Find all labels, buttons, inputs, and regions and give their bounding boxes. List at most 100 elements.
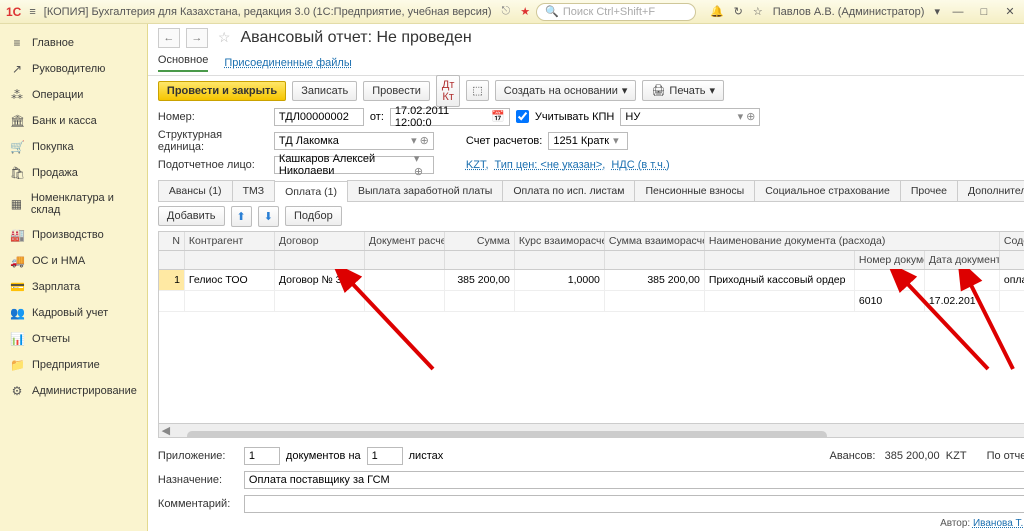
sub-navigation: Основное Присоединенные файлы [148,52,1024,76]
price-type-link[interactable]: Тип цен: <не указан>, [495,159,606,171]
user-label[interactable]: Павлов А.В. (Администратор) [773,6,925,18]
maximize-button[interactable]: □ [976,6,992,18]
kzt-link[interactable]: KZT, [466,159,489,171]
sidebar-item-prod[interactable]: 🏭Производство [0,222,147,248]
dropdown-icon[interactable]: ▾ [934,5,940,18]
gear-icon: ⚙ [10,384,24,398]
menu-icon[interactable]: ≡ [29,6,35,18]
sidebar-item-reports[interactable]: 📊Отчеты [0,326,147,352]
bookmark-icon[interactable]: ☆ [218,29,231,46]
horizontal-scrollbar[interactable]: ◀ ▶ [159,423,1024,437]
sidebar-item-company[interactable]: 📁Предприятие [0,352,147,378]
structure-button[interactable]: ⬚ [466,80,488,101]
number-field[interactable]: ТДЛ00000002 [274,108,364,126]
table-row[interactable]: 1 Гелиос ТОО Договор № 349 385 200,00 1,… [159,270,1024,291]
page-title: Авансовый отчет: Не проведен [240,29,471,47]
detail-tabs: Авансы (1) ТМЗ Оплата (1) Выплата зарабо… [158,180,1024,202]
col-naim[interactable]: Наименование документа (расхода) [705,232,1000,250]
sidebar-item-bank[interactable]: 🏛Банк и касса [0,108,147,134]
footer-panel: Приложение: 1 документов на 1 листах Ава… [158,444,1024,516]
subnav-main[interactable]: Основное [158,54,208,72]
tab-tmz[interactable]: ТМЗ [232,180,276,201]
account-field[interactable]: 1251 Кратк▾ [548,132,628,150]
col-ddoc[interactable]: Дата документа [925,251,1000,269]
tab-oplata[interactable]: Оплата (1) [274,181,348,202]
main-toolbar: Провести и закрыть Записать Провести ДтК… [148,76,1024,106]
from-label: от: [370,111,384,123]
add-button[interactable]: Добавить [158,206,225,226]
org-field[interactable]: ТД Лакомка▾ ⊕ [274,132,434,150]
col-kontr[interactable]: Контрагент [185,232,275,250]
kpn-field[interactable]: НУ▾ ⊕ [620,108,760,126]
docs-field[interactable]: 1 [367,447,403,465]
col-ndoc[interactable]: Номер документа [855,251,925,269]
kpn-checkbox[interactable] [516,110,529,123]
col-sod[interactable]: Содержание [1000,232,1024,250]
attach-field[interactable]: 1 [244,447,280,465]
post-button[interactable]: Провести [363,81,430,101]
globe-icon[interactable]: ⎋ [502,5,511,18]
forward-button[interactable]: → [186,28,208,48]
sidebar-item-sell[interactable]: 🛍Продажа [0,160,147,186]
move-up-button[interactable]: ⬆ [231,206,252,227]
grid-toolbar: Добавить ⬆ ⬇ Подбор Еще ▾ [148,202,1024,231]
sidebar-item-admin[interactable]: ⚙Администрирование [0,378,147,404]
comment-field[interactable] [244,495,1024,513]
sidebar-item-stock[interactable]: ▦Номенклатура и склад [0,186,147,222]
sidebar-item-manager[interactable]: ↗Руководителю [0,56,147,82]
date-field[interactable]: 17.02.2011 12:00:0📅 [390,108,510,126]
tab-pension[interactable]: Пенсионные взносы [634,180,755,201]
purpose-field[interactable]: Оплата поставщику за ГСМ▾ [244,471,1024,489]
col-dog[interactable]: Договор [275,232,365,250]
page-header: ← → ☆ Авансовый отчет: Не проведен 🔗 ⋮ ✕ [148,24,1024,52]
sidebar-item-buy[interactable]: 🛒Покупка [0,134,147,160]
card-icon: 💳 [10,280,24,294]
nds-link[interactable]: НДС (в т.ч.) [611,159,669,171]
global-search[interactable]: 🔍 Поиск Ctrl+Shift+F [536,3,696,21]
minimize-button[interactable]: — [950,6,966,18]
favorite-icon[interactable]: ☆ [753,5,763,18]
search-placeholder: Поиск Ctrl+Shift+F [563,6,655,18]
print-button[interactable]: 🖨 Печать ▾ [642,80,724,101]
post-and-close-button[interactable]: Провести и закрыть [158,81,286,101]
table-row-sub[interactable]: 6010 17.02.201 [159,291,1024,312]
sidebar-item-main[interactable]: ≡Главное [0,30,147,56]
subnav-files[interactable]: Присоединенные файлы [224,57,351,69]
tab-extra[interactable]: Дополнительно [957,180,1024,201]
sidebar-item-salary[interactable]: 💳Зарплата [0,274,147,300]
bell-icon[interactable]: 🔔 [710,5,724,18]
author-link[interactable]: Иванова Т.Р. (Главный бухгалтер) [973,518,1024,529]
close-button[interactable]: ✕ [1002,5,1018,18]
back-button[interactable]: ← [158,28,180,48]
col-sumv[interactable]: Сумма взаиморасчетов [605,232,705,250]
sidebar-item-operations[interactable]: ⁂Операции [0,82,147,108]
star-icon[interactable]: ★ [520,5,530,18]
col-kurs[interactable]: Курс взаиморасчетов [515,232,605,250]
tab-isp[interactable]: Оплата по исп. листам [502,180,635,201]
factory-icon: 🏭 [10,228,24,242]
create-based-button[interactable]: Создать на основании ▾ [495,80,637,101]
move-down-button[interactable]: ⬇ [258,206,279,227]
col-n[interactable]: N [159,232,185,250]
content-area: ← → ☆ Авансовый отчет: Не проведен 🔗 ⋮ ✕… [148,24,1024,531]
sidebar-item-os[interactable]: 🚚ОС и НМА [0,248,147,274]
sidebar-item-hr[interactable]: 👥Кадровый учет [0,300,147,326]
col-sum[interactable]: Сумма [445,232,515,250]
tab-other[interactable]: Прочее [900,180,958,201]
tab-salary[interactable]: Выплата заработной платы [347,180,503,201]
history-icon[interactable]: ↻ [734,5,743,18]
window-title: [КОПИЯ] Бухгалтерия для Казахстана, реда… [44,6,492,18]
app-logo: 1С [6,5,21,19]
folder-icon: 📁 [10,358,24,372]
attach-label: Приложение: [158,450,238,462]
tab-avans[interactable]: Авансы (1) [158,180,233,201]
people-icon: 👥 [10,306,24,320]
pick-button[interactable]: Подбор [285,206,342,226]
person-field[interactable]: Кашкаров Алексей Николаеви▾ ⊕ [274,156,434,174]
cart-icon: 🛒 [10,140,24,154]
write-button[interactable]: Записать [292,81,357,101]
dt-kt-button[interactable]: ДтКт [436,75,461,107]
col-docr[interactable]: Документ расчетов [365,232,445,250]
tab-social[interactable]: Социальное страхование [754,180,901,201]
bars-icon: 📊 [10,332,24,346]
